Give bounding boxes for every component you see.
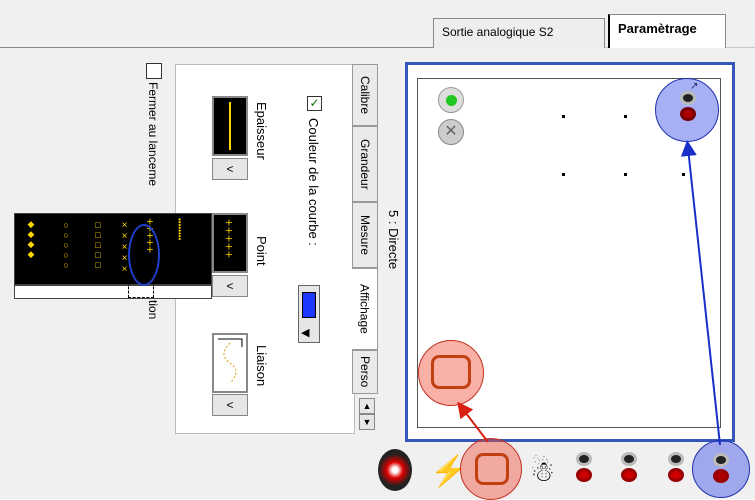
line-thickness-icon bbox=[229, 102, 231, 150]
meter-tool-annotation bbox=[460, 438, 522, 500]
epaisseur-preview bbox=[212, 96, 248, 156]
tab-parametrage[interactable]: Paramètrage bbox=[608, 14, 726, 48]
chevron-left-icon: < bbox=[226, 279, 234, 293]
tab-label: Paramètrage bbox=[618, 21, 697, 36]
color-picker-button[interactable]: ◀ bbox=[298, 285, 320, 343]
terminal-pair-icon[interactable] bbox=[680, 91, 696, 121]
liaison-label: Liaison bbox=[254, 345, 269, 387]
meter-icon[interactable] bbox=[431, 355, 471, 389]
terminal-annotation bbox=[655, 78, 719, 142]
terminal-icon-4[interactable] bbox=[713, 453, 729, 483]
tab-affichage[interactable]: Affichage bbox=[352, 268, 378, 350]
tab-sortie-analogique[interactable]: Sortie analogique S2 bbox=[433, 18, 605, 48]
tab-scroll-up[interactable]: ▲ bbox=[359, 398, 375, 414]
fermer-checkbox-label-end: tion bbox=[146, 300, 160, 320]
terminal-tool-annotation bbox=[692, 440, 750, 498]
fermer-checkbox-label: Fermer au lanceme bbox=[146, 82, 160, 187]
terminal-icon-2[interactable] bbox=[621, 452, 637, 482]
wand-icon[interactable]: ⚡ bbox=[430, 449, 467, 495]
tab-scroll-down[interactable]: ▼ bbox=[359, 414, 375, 430]
tab-label: Affichage bbox=[357, 284, 372, 334]
tab-label: Sortie analogique S2 bbox=[442, 25, 554, 39]
epaisseur-label: Epaisseur bbox=[254, 102, 269, 160]
tab-perso[interactable]: Perso bbox=[352, 350, 378, 394]
point-label: Point bbox=[254, 236, 269, 266]
tab-mesure[interactable]: Mesure bbox=[352, 202, 378, 268]
point-preview: +++++ bbox=[212, 213, 248, 273]
liaison-preview bbox=[212, 333, 248, 393]
fermer-checkbox[interactable] bbox=[146, 63, 162, 79]
color-swatch bbox=[302, 292, 316, 318]
meter-annotation bbox=[418, 340, 484, 406]
chevron-down-icon: ◀ bbox=[301, 327, 310, 339]
top-tab-strip: Sortie analogique S2 Paramètrage bbox=[0, 0, 755, 48]
point-dropdown-blank-row[interactable] bbox=[14, 285, 212, 299]
point-option-dot[interactable]: •••••••• bbox=[175, 218, 184, 240]
point-option-circle[interactable]: ○○○○○ bbox=[61, 220, 71, 270]
curve-link-icon bbox=[218, 338, 243, 384]
point-dropdown-list[interactable]: ◆◆◆◆ ○○○○○ □□□□□ ××××× +++++ •••••••• bbox=[14, 213, 212, 285]
point-option-square[interactable]: □□□□□ bbox=[93, 220, 103, 270]
panel-title: 5 : Directe bbox=[386, 210, 401, 270]
liaison-spinner[interactable]: < bbox=[212, 394, 248, 416]
tab-label: Grandeur bbox=[358, 138, 372, 190]
tab-calibre[interactable]: Calibre bbox=[352, 64, 378, 126]
point-option-diamond[interactable]: ◆◆◆◆ bbox=[27, 220, 37, 260]
chevron-left-icon: < bbox=[226, 398, 234, 412]
terminal-icon-3[interactable] bbox=[668, 452, 684, 482]
epaisseur-spinner[interactable]: < bbox=[212, 158, 248, 180]
tab-label: Perso bbox=[358, 356, 372, 388]
color-label: Couleur de la courbe : bbox=[306, 118, 321, 246]
plus-marker-icon: +++++ bbox=[222, 219, 236, 260]
tab-label: Mesure bbox=[358, 214, 372, 255]
chevron-down-icon: ▼ bbox=[362, 417, 372, 427]
meter-tool-icon[interactable] bbox=[475, 453, 509, 485]
point-spinner[interactable]: < bbox=[212, 275, 248, 297]
tab-label: Calibre bbox=[358, 75, 372, 114]
green-light-icon[interactable] bbox=[438, 87, 464, 113]
chevron-left-icon: < bbox=[226, 162, 234, 176]
scope-icon[interactable] bbox=[378, 449, 412, 491]
color-checkbox[interactable]: ✓ bbox=[307, 96, 322, 111]
terminal-icon-1[interactable] bbox=[576, 452, 592, 482]
ghost-icon[interactable]: ☃ bbox=[530, 452, 564, 492]
annotation-ellipse bbox=[128, 224, 160, 286]
chevron-up-icon: ▲ bbox=[362, 401, 372, 411]
close-x-icon[interactable]: ✕ bbox=[438, 119, 464, 145]
tab-grandeur[interactable]: Grandeur bbox=[352, 126, 378, 202]
